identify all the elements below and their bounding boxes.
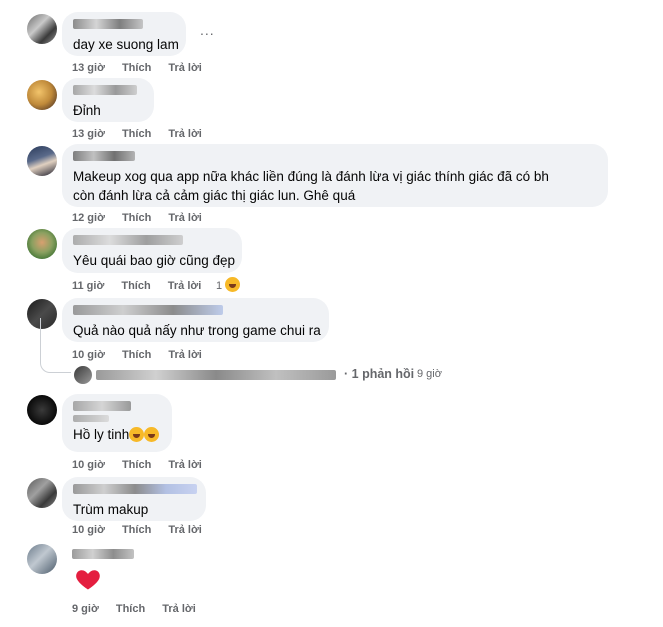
- avatar[interactable]: [27, 395, 57, 425]
- laugh-emoji-icon: [129, 427, 145, 442]
- reply-button[interactable]: Trả lời: [168, 459, 202, 471]
- comment-time[interactable]: 11 giờ: [72, 280, 104, 292]
- reply-avatar: [74, 366, 92, 384]
- comment-text: Yêu quái bao giờ cũng đẹp: [73, 253, 235, 268]
- like-button[interactable]: Thích: [122, 62, 151, 74]
- comment-text: Quả nào quả nấy như trong game chui ra: [73, 323, 321, 338]
- reaction-count[interactable]: 1: [216, 277, 241, 292]
- author-name[interactable]: [73, 151, 135, 161]
- avatar[interactable]: [27, 146, 57, 176]
- replies-count: · 1 phản hồi: [344, 367, 415, 381]
- comment-text: Makeup xog qua app nữa khác liền đúng là…: [73, 169, 549, 203]
- comment-time[interactable]: 13 giờ: [72, 128, 105, 140]
- author-name[interactable]: [73, 235, 183, 245]
- comment-bubble: Yêu quái bao giờ cũng đẹp: [62, 228, 242, 273]
- comment-actions: 9 giờ Thích Trả lời: [72, 603, 210, 615]
- avatar[interactable]: [27, 14, 57, 44]
- comment-actions: 11 giờ Thích Trả lời: [72, 280, 215, 292]
- author-name[interactable]: [73, 305, 223, 315]
- avatar[interactable]: [27, 544, 57, 574]
- more-options-icon[interactable]: ...: [200, 22, 215, 38]
- laugh-emoji-icon: [144, 427, 160, 442]
- comment-text: Trùm makup: [73, 502, 149, 517]
- comment-text: Đỉnh: [73, 103, 101, 118]
- replies-time: 9 giờ: [417, 368, 442, 380]
- comment-time[interactable]: 10 giờ: [72, 349, 105, 361]
- laugh-reaction-icon: [225, 277, 241, 292]
- reply-button[interactable]: Trả lời: [168, 280, 202, 292]
- reply-button[interactable]: Trả lời: [168, 349, 202, 361]
- author-name[interactable]: [73, 401, 131, 411]
- like-button[interactable]: Thích: [122, 459, 151, 471]
- author-name[interactable]: [73, 19, 143, 29]
- comment-actions: 10 giờ Thích Trả lời: [72, 459, 216, 471]
- comment-text: Hồ ly tinh: [73, 425, 161, 444]
- like-button[interactable]: Thích: [122, 524, 151, 536]
- comment-bubble: Quả nào quả nấy như trong game chui ra: [62, 298, 329, 342]
- comment-time[interactable]: 12 giờ: [72, 212, 105, 224]
- avatar[interactable]: [27, 80, 57, 110]
- author-name[interactable]: [73, 85, 137, 95]
- like-button[interactable]: Thích: [122, 128, 151, 140]
- heart-icon: [76, 570, 100, 590]
- comment-bubble: Hồ ly tinh: [62, 394, 172, 452]
- author-subtitle: [73, 415, 109, 422]
- author-name[interactable]: [73, 484, 197, 494]
- reply-button[interactable]: Trả lời: [168, 128, 202, 140]
- comment-actions: 10 giờ Thích Trả lời: [72, 349, 216, 361]
- author-name[interactable]: [72, 549, 134, 559]
- reply-author-name: [96, 370, 336, 380]
- comment-actions: 10 giờ Thích Trả lời: [72, 524, 216, 536]
- comment-bubble: Trùm makup: [62, 477, 206, 521]
- comment-time[interactable]: 10 giờ: [72, 524, 105, 536]
- like-button[interactable]: Thích: [116, 603, 145, 615]
- comment-bubble: day xe suong lam: [62, 12, 186, 56]
- comment-bubble: Đỉnh: [62, 78, 154, 122]
- reaction-count-label: 1: [216, 280, 223, 292]
- reply-button[interactable]: Trả lời: [168, 524, 202, 536]
- like-button[interactable]: Thích: [121, 280, 150, 292]
- comment-time[interactable]: 10 giờ: [72, 459, 105, 471]
- like-button[interactable]: Thích: [122, 349, 151, 361]
- reply-button[interactable]: Trả lời: [168, 62, 202, 74]
- like-button[interactable]: Thích: [122, 212, 151, 224]
- comment-time[interactable]: 13 giờ: [72, 62, 105, 74]
- comment-actions: 12 giờ Thích Trả lời: [72, 212, 216, 224]
- comment-time[interactable]: 9 giờ: [72, 603, 99, 615]
- reply-button[interactable]: Trả lời: [162, 603, 196, 615]
- comment-text: day xe suong lam: [73, 37, 179, 52]
- comment-actions: 13 giờ Thích Trả lời: [72, 62, 216, 74]
- avatar[interactable]: [27, 478, 57, 508]
- comment-bubble: Makeup xog qua app nữa khác liền đúng là…: [62, 144, 608, 207]
- thread-connector: [40, 318, 71, 373]
- comment-actions: 13 giờ Thích Trả lời: [72, 128, 216, 140]
- avatar[interactable]: [27, 229, 57, 259]
- reply-button[interactable]: Trả lời: [168, 212, 202, 224]
